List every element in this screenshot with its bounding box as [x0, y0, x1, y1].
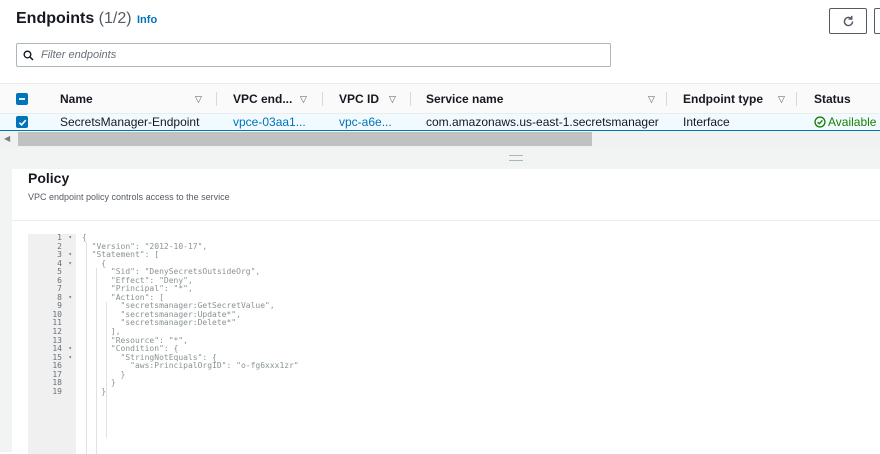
filter-input[interactable]	[39, 48, 603, 62]
panel-divider	[12, 220, 880, 221]
line-number: 2	[57, 241, 62, 251]
line-number: 5	[57, 267, 62, 277]
column-separator	[410, 92, 411, 106]
line-number: 7	[57, 284, 62, 294]
split-panel-divider[interactable]	[0, 147, 880, 169]
table-header: Name ▽ VPC end... ▽ VPC ID ▽ Service nam…	[0, 83, 880, 114]
policy-description: VPC endpoint policy controls access to t…	[28, 192, 230, 202]
search-icon	[17, 49, 39, 61]
selection-count: (1/2)	[98, 10, 132, 27]
info-link[interactable]: Info	[137, 14, 157, 26]
column-separator	[322, 92, 323, 106]
sort-icon: ▽	[300, 93, 307, 104]
line-number: 3 ▾	[57, 250, 72, 260]
column-separator	[796, 92, 797, 106]
column-header-name[interactable]: Name ▽	[60, 84, 216, 114]
cell-vpc-endpoint-link[interactable]: vpce-03aa1...	[233, 114, 306, 130]
refresh-icon	[843, 15, 853, 26]
panel-gutter	[0, 169, 12, 452]
sort-icon: ▽	[778, 93, 785, 104]
filter-field[interactable]	[16, 43, 611, 67]
line-number: 4 ▾	[57, 258, 72, 269]
scroll-left-arrow-icon[interactable]: ◀	[4, 134, 10, 143]
sort-icon: ▽	[195, 93, 202, 104]
cell-endpoint-type: Interface	[683, 115, 730, 129]
line-number: 6	[57, 275, 62, 285]
line-number: 19	[52, 386, 62, 396]
column-header-status[interactable]: Status	[814, 84, 880, 114]
code-line: "Statement": [	[82, 250, 160, 260]
refresh-button[interactable]	[829, 8, 867, 34]
fold-toggle-icon[interactable]: ▾	[68, 251, 72, 260]
sort-icon: ▽	[389, 93, 396, 104]
line-number-gutter: 1 ▾ 2 3 ▾ 4 ▾ 5 6 7 8 ▾ 9 10 11 12 13 14 ▾ 15 ▾ 16 17 18 19	[28, 233, 76, 454]
row-checkbox[interactable]	[16, 116, 28, 128]
drag-handle-icon[interactable]	[509, 155, 523, 161]
fold-toggle-icon[interactable]: ▾	[68, 294, 72, 303]
policy-title: Policy	[28, 170, 70, 186]
page-title-text: Endpoints	[16, 10, 95, 27]
fold-toggle-icon[interactable]: ▾	[68, 260, 72, 269]
table-row[interactable]: SecretsManager-Endpoint vpce-03aa1... vp…	[0, 114, 880, 131]
column-separator	[666, 92, 667, 106]
code-line: }	[82, 386, 107, 396]
column-header-service-name[interactable]: Service name ▽	[426, 84, 666, 114]
actions-button[interactable]	[874, 8, 880, 34]
column-header-vpc-endpoint[interactable]: VPC end... ▽	[233, 84, 323, 114]
cell-service-name: com.amazonaws.us-east-1.secretsmanager	[426, 115, 659, 129]
policy-panel: Policy VPC endpoint policy controls acce…	[12, 169, 880, 454]
fold-toggle-icon[interactable]: ▾	[68, 234, 72, 243]
policy-code-editor[interactable]: 1 ▾ 2 3 ▾ 4 ▾ 5 6 7 8 ▾ 9 10 11 12 13 14 ▾ 15 ▾ 16 17 18 19 { "V…	[28, 233, 880, 454]
column-header-vpc-id[interactable]: VPC ID ▽	[339, 84, 411, 114]
status-text: Available	[828, 115, 877, 129]
line-number: 1 ▾	[57, 233, 72, 243]
fold-toggle-icon[interactable]: ▾	[68, 345, 72, 354]
scrollbar-thumb[interactable]	[18, 132, 592, 146]
select-all-checkbox[interactable]	[16, 93, 28, 105]
cell-vpc-id-link[interactable]: vpc-a6e...	[339, 114, 392, 130]
cell-name: SecretsManager-Endpoint	[60, 115, 200, 129]
check-circle-icon	[814, 116, 826, 128]
cell-status: Available	[814, 114, 876, 130]
fold-toggle-icon[interactable]: ▾	[68, 354, 72, 363]
code-lines: { "Version": "2012-10-17", "Statement": …	[82, 233, 299, 396]
horizontal-scrollbar[interactable]: ◀	[0, 131, 880, 147]
line-number: 8 ▾	[57, 292, 72, 303]
column-separator	[216, 92, 217, 106]
endpoints-panel: Endpoints (1/2) Info Name ▽ VPC end... ▽…	[0, 0, 880, 150]
code-line: }	[82, 378, 116, 388]
column-header-endpoint-type[interactable]: Endpoint type ▽	[683, 84, 797, 114]
page-title: Endpoints (1/2)	[16, 10, 132, 28]
sort-icon: ▽	[648, 93, 655, 104]
